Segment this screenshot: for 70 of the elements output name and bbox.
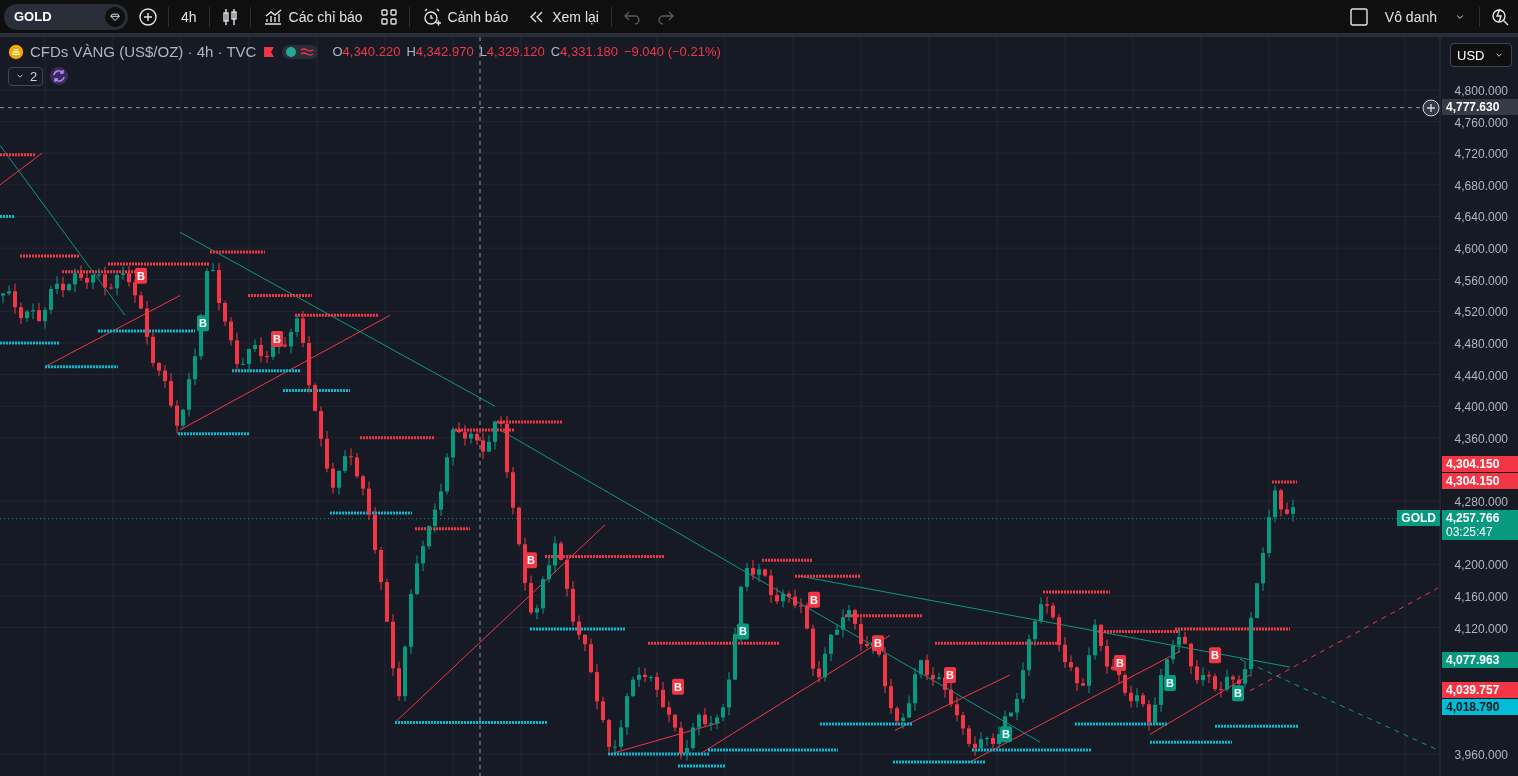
price-tick-label: 4,200.000: [1454, 558, 1508, 573]
toolbar-button[interactable]: Các chỉ báo: [256, 2, 369, 31]
price-label: 4,257.766 03:25:47: [1442, 509, 1518, 540]
signal-tag: B: [672, 678, 684, 695]
ohlc-value: 4,342.970: [415, 44, 474, 59]
square-icon: [1348, 6, 1369, 27]
signal-tag: B: [808, 591, 820, 608]
symbol-tag: GOLD: [1397, 509, 1440, 526]
signal-tag: B: [135, 267, 147, 284]
price-label: 4,304.150: [1442, 472, 1518, 489]
price-tick-label: 4,800.000: [1454, 84, 1508, 98]
price-label: 4,039.757: [1442, 681, 1518, 698]
toolbar-button[interactable]: Xem lại: [520, 2, 605, 31]
flag-icon: [262, 44, 277, 59]
signal-tag: B: [1209, 647, 1221, 664]
price-label: 4,304.150: [1442, 455, 1518, 472]
price-tick-label: 4,120.000: [1454, 621, 1508, 636]
price-tick-label: 4,440.000: [1454, 368, 1508, 383]
plus-icon: [138, 6, 158, 27]
price-tick-label: 4,520.000: [1454, 305, 1508, 320]
signal-tag: B: [944, 666, 956, 683]
price-label: 4,077.963: [1442, 651, 1518, 668]
ohlc-key: O: [332, 44, 343, 59]
ohlc-value: 4,340.220: [342, 44, 401, 59]
price-label: 4,018.790: [1442, 698, 1518, 715]
ohlc-key: H: [406, 44, 416, 59]
signal-tag: B: [1232, 685, 1244, 702]
symbol-title: CFDs VÀNG (US$/OZ) · 4h · TVC: [30, 43, 257, 60]
alarm-clock-icon: [421, 6, 442, 27]
ohlc-value: 4,331.180: [560, 44, 618, 59]
wave-icon: [300, 46, 315, 57]
lightning-search-icon: [1490, 6, 1510, 27]
coin-icon: [8, 43, 24, 60]
price-tick-label: 4,560.000: [1454, 273, 1508, 288]
signal-tag: B: [271, 331, 283, 347]
grid-icon: [378, 6, 399, 27]
dot-icon: [286, 46, 297, 57]
signal-tag: B: [1000, 726, 1012, 743]
price-tick-label: 4,480.000: [1454, 336, 1508, 351]
symbol-search[interactable]: GOLD: [4, 3, 128, 30]
ohlc-value: 4,329.120: [486, 44, 545, 59]
price-tick-label: 4,360.000: [1454, 431, 1508, 446]
ohlc-key: C: [550, 44, 561, 59]
collapse-indicators-button[interactable]: 2: [8, 66, 44, 86]
signal-tag: B: [737, 623, 749, 640]
price-tick-label: 4,600.000: [1454, 242, 1508, 257]
price-tick-label: 4,400.000: [1454, 400, 1508, 415]
ohlc-key: L: [479, 44, 487, 59]
price-tick-label: 4,720.000: [1454, 147, 1508, 162]
market-status-pill[interactable]: [282, 44, 319, 59]
layout-menu-button[interactable]: Vô danh: [1378, 4, 1473, 29]
sync-icon: [49, 66, 70, 86]
interval-button[interactable]: 4h: [175, 4, 203, 29]
price-tick-label: 4,160.000: [1454, 589, 1508, 604]
signal-tag: B: [197, 315, 209, 332]
currency-dropdown[interactable]: USD: [1450, 43, 1512, 67]
toolbar-button[interactable]: Cảnh báo: [415, 2, 515, 31]
price-label: 4,777.630: [1442, 98, 1518, 115]
signal-tag: B: [1114, 655, 1126, 672]
price-tick-label: 4,760.000: [1454, 115, 1508, 130]
price-tick-label: 4,280.000: [1454, 495, 1508, 510]
signal-tag: B: [1164, 674, 1176, 691]
signal-tag: B: [872, 635, 884, 652]
price-tick-label: 4,680.000: [1454, 178, 1508, 193]
chart-icon: [262, 6, 283, 27]
add-alert-icon[interactable]: [1422, 98, 1440, 117]
price-change: −9.040 (−0.21%): [623, 44, 721, 59]
signal-tag: B: [525, 552, 537, 569]
price-tick-label: 4,640.000: [1454, 210, 1508, 225]
price-tick-label: 3,960.000: [1454, 748, 1508, 762]
